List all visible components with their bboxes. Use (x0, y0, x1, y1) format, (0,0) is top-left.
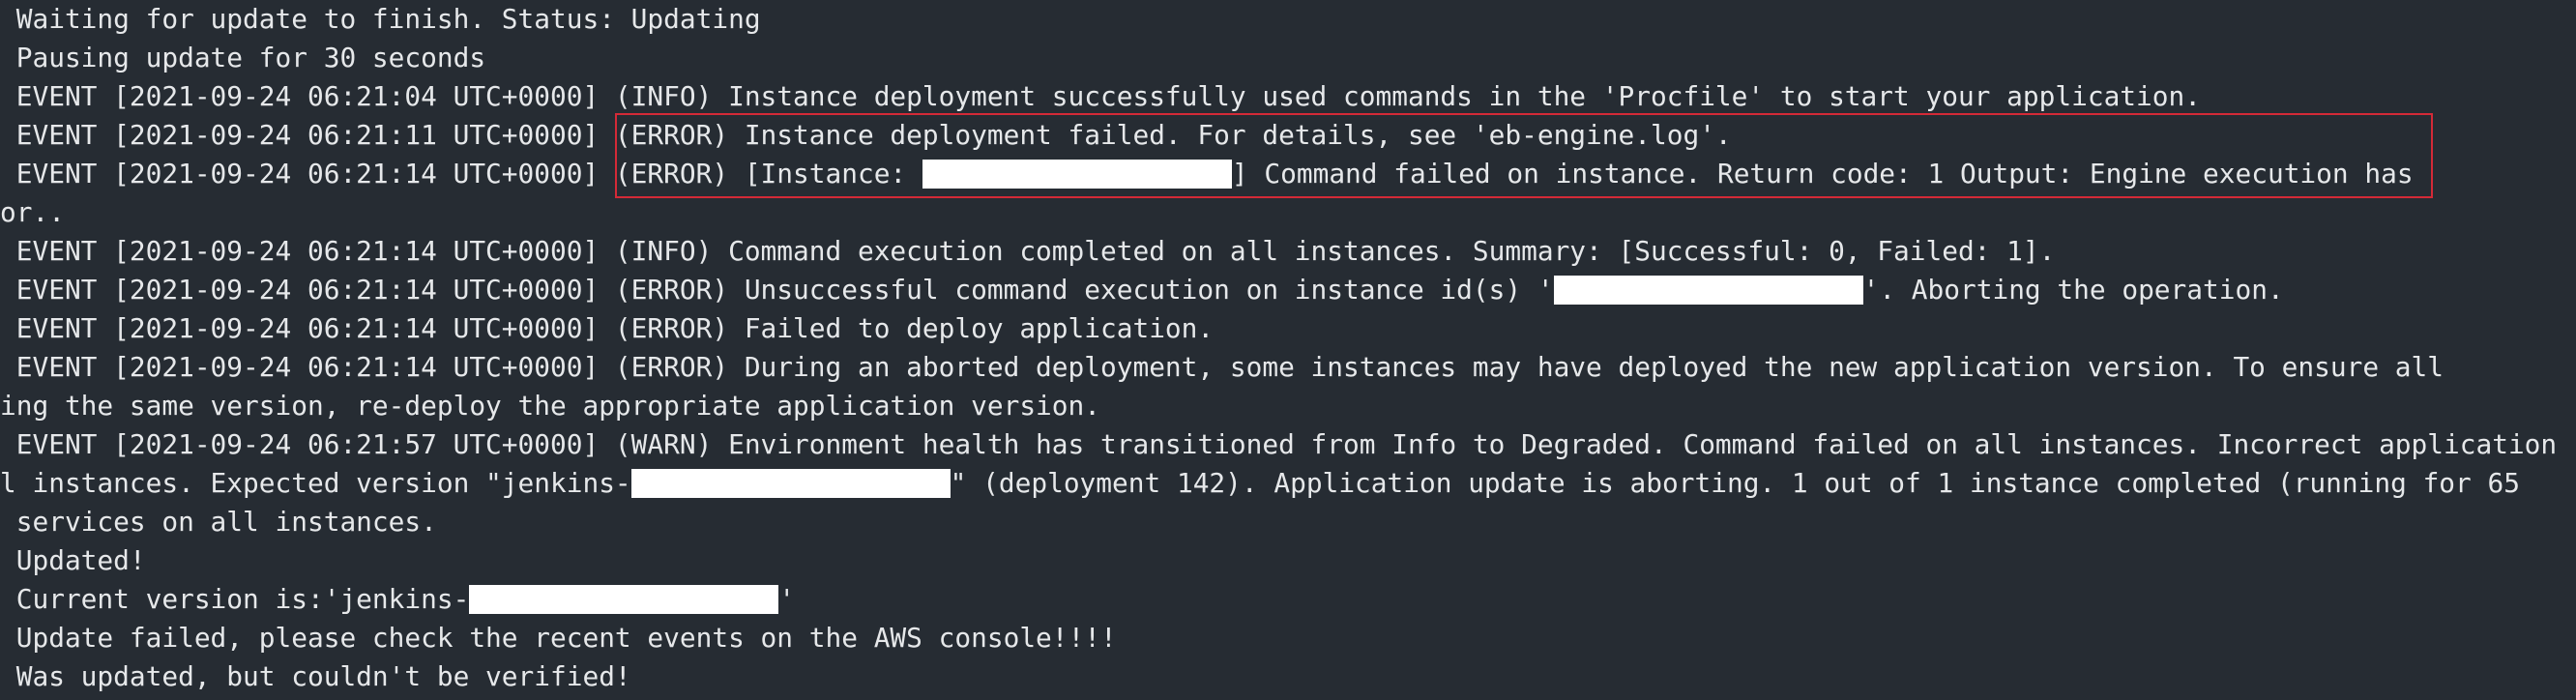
terminal-line: EVENT [2021-09-24 06:21:14 UTC+0000] (IN… (0, 235, 2056, 267)
line-text: " (deployment 142). Application update i… (950, 467, 2520, 499)
terminal-line: Current version is:'jenkins- ' (0, 580, 795, 619)
error-highlight-box (615, 113, 2433, 198)
terminal-line: EVENT [2021-09-24 06:21:04 UTC+0000] (IN… (0, 80, 2201, 112)
terminal-line: or.. (0, 196, 65, 228)
line-text: '. Aborting the operation. (1862, 274, 2284, 306)
line-text: EVENT [2021-09-24 06:21:14 UTC+0000] (ER… (0, 274, 1554, 306)
terminal-line: EVENT [2021-09-24 06:21:14 UTC+0000] (ER… (0, 271, 2284, 309)
terminal-line: services on all instances. (0, 506, 437, 538)
terminal-line: Waiting for update to finish. Status: Up… (0, 3, 761, 35)
redacted-version-label (630, 469, 951, 498)
redacted-version-label (469, 585, 779, 614)
terminal-line: Pausing update for 30 seconds (0, 42, 486, 73)
redacted-instance-id (1553, 276, 1863, 305)
line-text: Current version is:'jenkins- (0, 583, 470, 615)
terminal-line: Update failed, please check the recent e… (0, 622, 1117, 654)
terminal-line: EVENT [2021-09-24 06:21:14 UTC+0000] (ER… (0, 351, 2444, 383)
terminal-line: EVENT [2021-09-24 06:21:57 UTC+0000] (WA… (0, 428, 2558, 460)
terminal-line: EVENT [2021-09-24 06:21:14 UTC+0000] (ER… (0, 312, 1215, 344)
terminal-line: l instances. Expected version "jenkins- "… (0, 464, 2520, 503)
line-text: ' (778, 583, 796, 615)
terminal-output[interactable]: Waiting for update to finish. Status: Up… (0, 0, 2576, 700)
terminal-line: Updated! (0, 544, 146, 576)
terminal-line: Was updated, but couldn't be verified! (0, 660, 631, 692)
line-text: l instances. Expected version "jenkins- (0, 467, 631, 499)
terminal-line: ing the same version, re-deploy the appr… (0, 390, 1100, 422)
